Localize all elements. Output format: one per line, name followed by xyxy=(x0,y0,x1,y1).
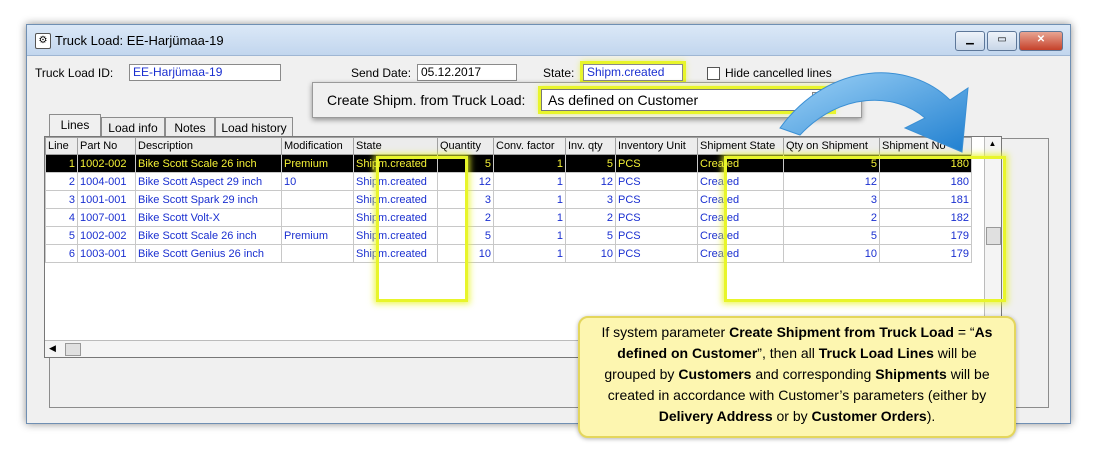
callout-text: ). xyxy=(926,408,936,424)
callout-bold-text: Delivery Address xyxy=(658,408,773,424)
curved-arrow-icon xyxy=(779,72,969,153)
callout-text: If system parameter xyxy=(601,324,730,340)
callout-bold-text: Shipments xyxy=(875,366,947,382)
callout-bold-text: Create Shipment from Truck Load xyxy=(729,324,954,340)
info-callout: If system parameter Create Shipment from… xyxy=(578,316,1016,438)
callout-bold-text: Customers xyxy=(678,366,752,382)
callout-text: = “ xyxy=(953,324,975,340)
callout-text: and corresponding xyxy=(751,366,876,382)
callout-bold-text: Truck Load Lines xyxy=(818,345,934,361)
callout-text: or by xyxy=(772,408,812,424)
callout-text: ”, then all xyxy=(757,345,819,361)
callout-bold-text: Customer Orders xyxy=(811,408,927,424)
